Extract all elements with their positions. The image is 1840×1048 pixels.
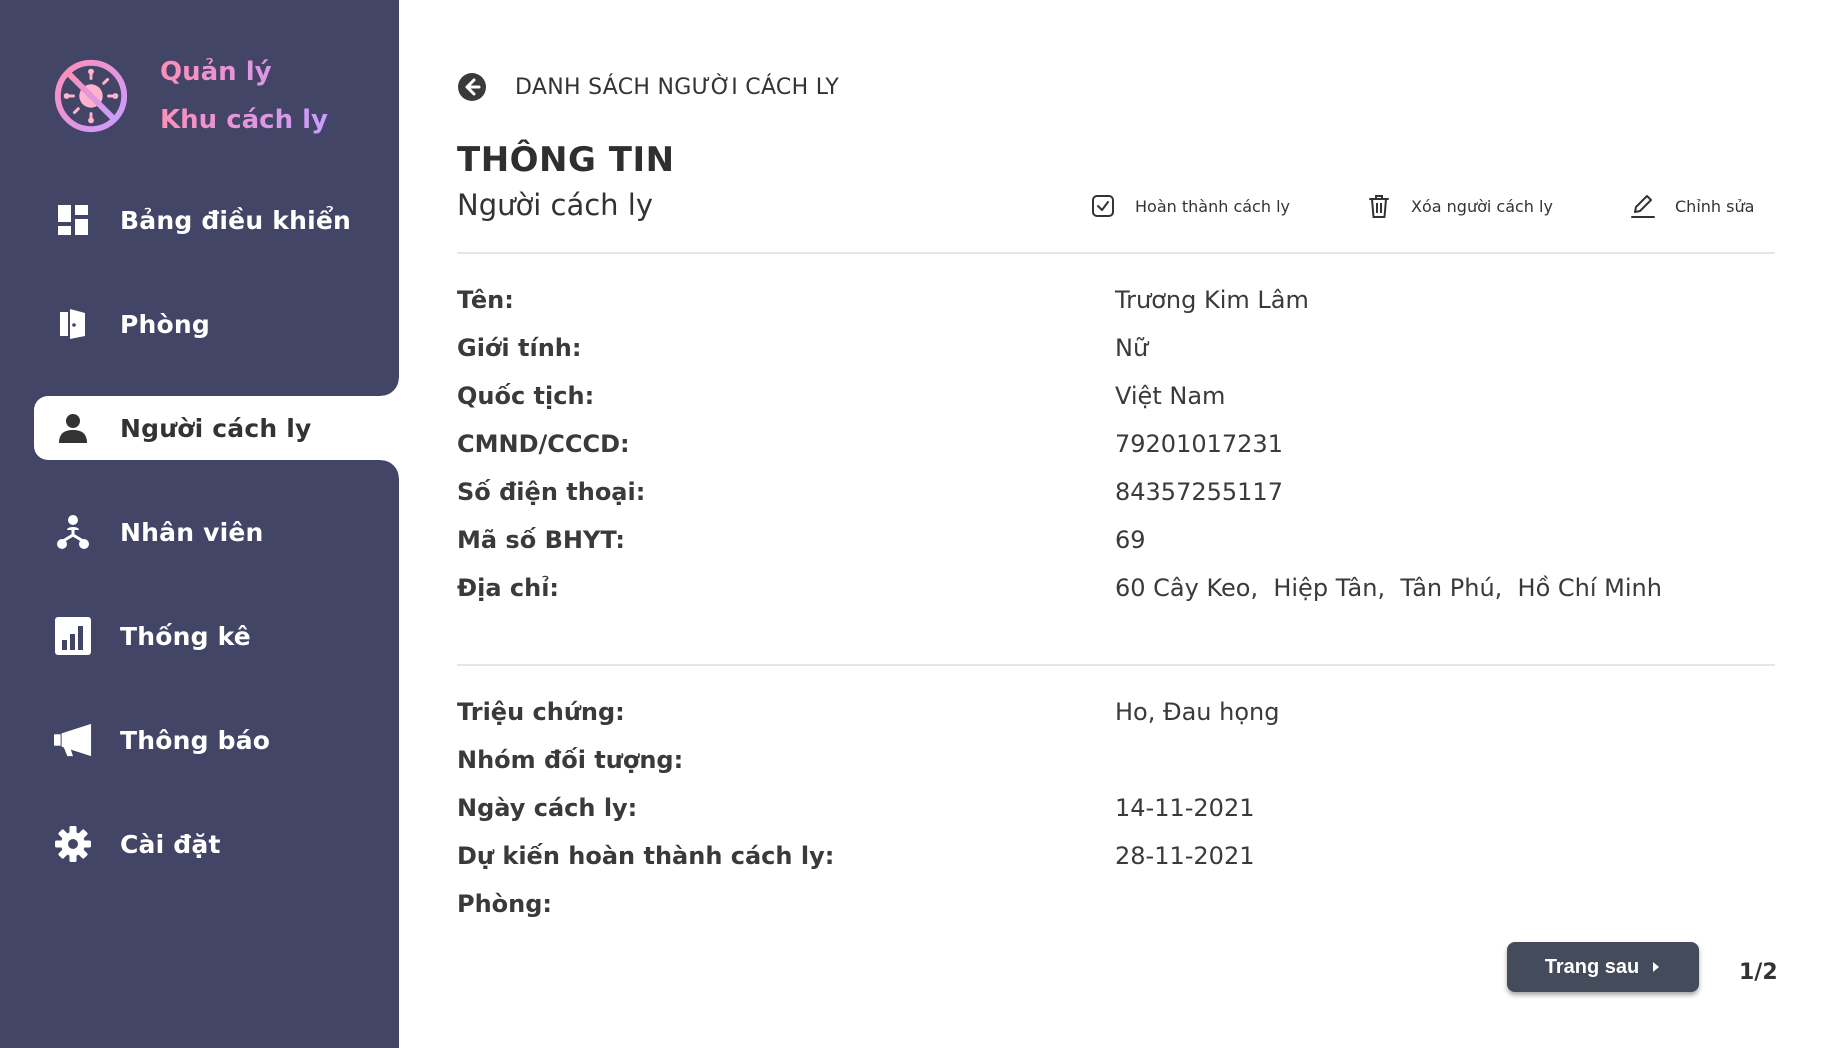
sidebar-item-statistics[interactable]: Thống kê [34, 604, 399, 668]
info-value: 60 Cây Keo, Hiệp Tân, Tân Phú, Hồ Chí Mi… [1115, 574, 1662, 602]
edit-button[interactable]: Chỉnh sửa [1629, 188, 1754, 224]
info-value: 84357255117 [1115, 478, 1283, 506]
sidebar-item-label: Nhân viên [120, 517, 264, 547]
page-indicator: 1/2 [1739, 960, 1778, 985]
info-value: Việt Nam [1115, 382, 1226, 410]
info-label: Số điện thoại: [457, 478, 646, 506]
sidebar-item-dashboard[interactable]: Bảng điều khiển [34, 188, 399, 252]
info-label: Ngày cách ly: [457, 794, 638, 822]
info-row-room: Phòng: [457, 880, 1775, 928]
info-label: CMND/CCCD: [457, 430, 630, 458]
info-value: Nữ [1115, 334, 1149, 362]
brand-title-line2: Khu cách ly [160, 105, 329, 135]
sidebar: Quản lý Khu cách ly Bảng điều khiển Phòn… [0, 0, 399, 1048]
sidebar-item-label: Thống kê [120, 621, 251, 651]
info-row-phone: Số điện thoại: 84357255117 [457, 468, 1775, 516]
info-row-id-number: CMND/CCCD: 79201017231 [457, 420, 1775, 468]
info-row-expected-completion: Dự kiến hoàn thành cách ly: 28-11-2021 [457, 832, 1775, 880]
main-content: DANH SÁCH NGƯỜI CÁCH LY THÔNG TIN Người … [399, 0, 1840, 1048]
sidebar-item-quarantined-people[interactable]: Người cách ly [34, 378, 399, 478]
info-value: 14-11-2021 [1115, 794, 1255, 822]
sidebar-item-staff[interactable]: Nhân viên [34, 500, 399, 564]
info-label: Nhóm đối tượng: [457, 746, 684, 774]
brand[interactable]: Quản lý Khu cách ly [52, 48, 328, 144]
info-row-insurance: Mã số BHYT: 69 [457, 516, 1775, 564]
next-page-label: Trang sau [1544, 955, 1640, 978]
next-page-button[interactable]: Trang sau [1507, 942, 1699, 992]
virus-blocked-logo-icon [54, 59, 128, 133]
section-divider [457, 664, 1775, 666]
info-value: Ho, Đau họng [1115, 698, 1280, 726]
info-value: 28-11-2021 [1115, 842, 1255, 870]
info-row-name: Tên: Trương Kim Lâm [457, 276, 1775, 324]
sidebar-item-rooms[interactable]: Phòng [34, 292, 399, 356]
info-row-symptoms: Triệu chứng: Ho, Đau họng [457, 688, 1775, 736]
sidebar-item-label: Thông báo [120, 725, 271, 755]
pencil-icon [1629, 192, 1657, 220]
info-row-gender: Giới tính: Nữ [457, 324, 1775, 372]
app-root: Quản lý Khu cách ly Bảng điều khiển Phòn… [0, 0, 1840, 1048]
page-subtitle: Người cách ly [457, 188, 653, 222]
back-to-list-link[interactable]: DANH SÁCH NGƯỜI CÁCH LY [515, 75, 839, 100]
breadcrumb: DANH SÁCH NGƯỜI CÁCH LY [457, 72, 839, 102]
delete-person-button[interactable]: Xóa người cách ly [1365, 188, 1553, 224]
info-label: Dự kiến hoàn thành cách ly: [457, 842, 835, 870]
personal-info-section: Tên: Trương Kim Lâm Giới tính: Nữ Quốc t… [457, 276, 1775, 612]
bar-chart-icon [54, 617, 92, 655]
trash-icon [1365, 192, 1393, 220]
sidebar-item-notifications[interactable]: Thông báo [34, 708, 399, 772]
edit-label: Chỉnh sửa [1675, 196, 1755, 216]
info-row-address: Địa chỉ: 60 Cây Keo, Hiệp Tân, Tân Phú, … [457, 564, 1775, 612]
checkbox-check-icon [1089, 192, 1117, 220]
delete-person-label: Xóa người cách ly [1411, 196, 1553, 216]
sidebar-item-settings[interactable]: Cài đặt [34, 812, 399, 876]
door-icon [54, 305, 92, 343]
sidebar-item-label: Người cách ly [120, 413, 312, 443]
megaphone-icon [54, 721, 92, 759]
info-label: Địa chỉ: [457, 574, 560, 602]
info-value: Trương Kim Lâm [1115, 286, 1309, 314]
info-row-nationality: Quốc tịch: Việt Nam [457, 372, 1775, 420]
complete-quarantine-button[interactable]: Hoàn thành cách ly [1089, 188, 1290, 224]
info-value: 79201017231 [1115, 430, 1283, 458]
complete-quarantine-label: Hoàn thành cách ly [1135, 196, 1290, 216]
dashboard-icon [54, 201, 92, 239]
sidebar-item-label: Bảng điều khiển [120, 205, 351, 235]
gear-icon [54, 825, 92, 863]
info-label: Phòng: [457, 890, 553, 918]
back-arrow-icon[interactable] [457, 72, 487, 102]
action-toolbar: Hoàn thành cách ly Xóa người cách ly Chỉ… [1089, 188, 1809, 224]
info-label: Mã số BHYT: [457, 526, 625, 554]
section-divider [457, 252, 1775, 254]
org-chart-icon [54, 513, 92, 551]
sidebar-item-label: Cài đặt [120, 829, 221, 859]
info-row-quarantine-date: Ngày cách ly: 14-11-2021 [457, 784, 1775, 832]
info-label: Triệu chứng: [457, 698, 625, 726]
quarantine-info-section: Triệu chứng: Ho, Đau họng Nhóm đối tượng… [457, 688, 1775, 928]
person-icon [54, 409, 92, 447]
caret-right-icon [1653, 962, 1660, 972]
page-title: THÔNG TIN [457, 140, 675, 180]
brand-title-line1: Quản lý [160, 57, 272, 87]
sidebar-item-label: Phòng [120, 309, 210, 339]
info-value: 69 [1115, 526, 1146, 554]
info-label: Giới tính: [457, 334, 582, 362]
brand-title: Quản lý Khu cách ly [160, 48, 328, 144]
info-label: Quốc tịch: [457, 382, 595, 410]
info-row-target-group: Nhóm đối tượng: [457, 736, 1775, 784]
info-label: Tên: [457, 286, 514, 314]
